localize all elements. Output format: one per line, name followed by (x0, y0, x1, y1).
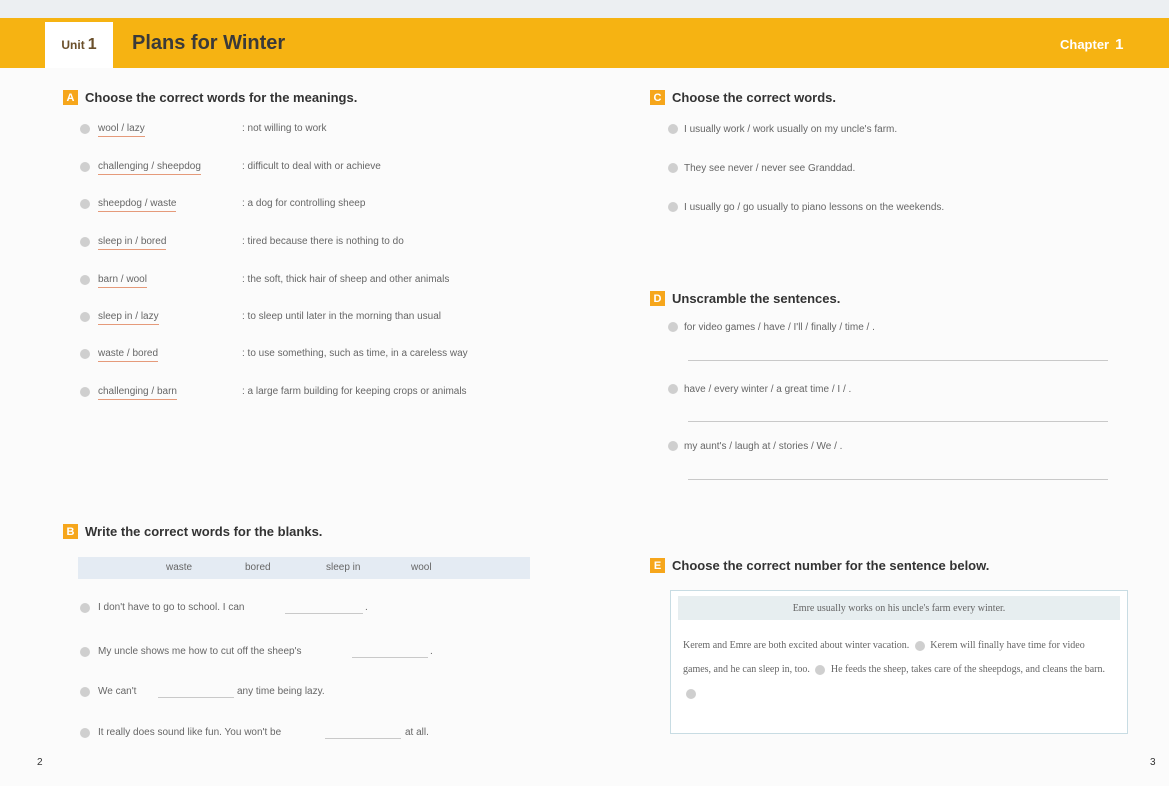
word-choice[interactable]: sleep in / lazy (98, 311, 159, 325)
unit-title: Plans for Winter (132, 32, 286, 54)
answer-blank[interactable] (325, 738, 401, 739)
word-choice[interactable]: wool / lazy (98, 123, 145, 137)
section-c-title: Choose the correct words. (672, 90, 836, 105)
number-icon (80, 687, 90, 697)
sentence-start: I don't have to go to school. I can (98, 602, 245, 613)
header-top-strip (0, 0, 1169, 18)
sentence-end: . (365, 602, 368, 613)
word-bank-item: sleep in (326, 562, 361, 573)
section-c-item: I usually work / work usually on my uncl… (668, 124, 897, 135)
answer-line[interactable] (688, 360, 1108, 361)
sentence-start: My uncle shows me how to cut off the she… (98, 646, 302, 657)
word-choice[interactable]: sheepdog / waste (98, 198, 177, 212)
number-icon (80, 162, 90, 172)
meaning-text: : to use something, such as time, in a c… (242, 348, 468, 359)
meaning-text: : a large farm building for keeping crop… (242, 386, 467, 397)
section-c-item: I usually go / go usually to piano lesso… (668, 202, 944, 213)
meaning-text: : tired because there is nothing to do (242, 236, 404, 247)
section-c-item: They see never / never see Granddad. (668, 163, 855, 174)
number-icon (80, 312, 90, 322)
section-d-item: have / every winter / a great time / I /… (668, 384, 851, 395)
answer-blank[interactable] (285, 613, 363, 614)
number-icon (80, 647, 90, 657)
insertion-point-icon[interactable] (815, 664, 826, 675)
number-icon (80, 237, 90, 247)
section-a-title: Choose the correct words for the meaning… (85, 90, 358, 105)
section-a-badge: A (63, 90, 78, 105)
insertion-point-icon[interactable] (914, 640, 925, 651)
meaning-text: : difficult to deal with or achieve (242, 161, 381, 172)
meaning-text: : a dog for controlling sheep (242, 198, 366, 209)
chapter-number: 1 (1115, 36, 1124, 53)
number-icon (80, 349, 90, 359)
sentence-start: We can't (98, 686, 137, 697)
unit-badge: Unit 1 (43, 20, 115, 68)
word-bank: waste bored sleep in wool (78, 557, 530, 579)
number-icon (80, 275, 90, 285)
target-sentence: Emre usually works on his uncle's farm e… (792, 603, 1006, 614)
number-icon (668, 441, 678, 452)
number-icon (80, 199, 90, 209)
word-choice[interactable]: sleep in / bored (98, 236, 167, 250)
section-b-title: Write the correct words for the blanks. (85, 524, 323, 539)
chapter-text: Chapter (1060, 37, 1110, 52)
word-bank-item: wool (411, 562, 432, 573)
section-c-badge: C (650, 90, 665, 105)
insertion-point-icon[interactable] (686, 688, 696, 699)
answer-line[interactable] (688, 479, 1108, 480)
passage-text: Kerem and Emre are both excited about wi… (683, 634, 1113, 706)
section-d-badge: D (650, 291, 665, 306)
meaning-text: : not willing to work (242, 123, 327, 134)
section-d-title: Unscramble the sentences. (672, 291, 841, 306)
section-b-badge: B (63, 524, 78, 539)
unit-number: 1 (87, 36, 97, 53)
number-icon (80, 603, 90, 613)
unit-label: Unit (61, 38, 85, 52)
page-number-right: 3 (1150, 757, 1156, 768)
word-choice[interactable]: waste / bored (98, 348, 159, 362)
number-icon (668, 163, 678, 174)
answer-line[interactable] (688, 421, 1108, 422)
word-bank-item: waste (166, 562, 193, 573)
sentence-start: It really does sound like fun. You won't… (98, 727, 282, 738)
number-icon (668, 124, 678, 135)
answer-blank[interactable] (352, 657, 428, 658)
number-icon (668, 202, 678, 213)
section-d-item: my aunt's / laugh at / stories / We / . (668, 441, 842, 452)
section-e-title: Choose the correct number for the senten… (672, 558, 990, 573)
number-icon (80, 387, 90, 397)
number-icon (668, 322, 678, 333)
word-choice[interactable]: usually go / go usually (690, 202, 788, 213)
word-choice[interactable]: see never / never see (709, 163, 805, 174)
answer-blank[interactable] (158, 697, 234, 698)
meaning-text: : the soft, thick hair of sheep and othe… (242, 274, 450, 285)
word-bank-item: bored (245, 562, 271, 573)
word-choice[interactable]: challenging / barn (98, 386, 177, 400)
page-number-left: 2 (37, 757, 43, 768)
section-e-badge: E (650, 558, 665, 573)
word-choice[interactable]: usually work / work usually (690, 124, 808, 135)
word-choice[interactable]: challenging / sheepdog (98, 161, 201, 175)
meaning-text: : to sleep until later in the morning th… (242, 311, 442, 322)
word-choice[interactable]: barn / wool (98, 274, 147, 288)
number-icon (80, 728, 90, 738)
sentence-end: at all. (405, 727, 429, 738)
number-icon (668, 384, 678, 395)
number-icon (80, 124, 90, 134)
sentence-end: . (430, 646, 433, 657)
section-d-item: for video games / have / I'll / finally … (668, 322, 875, 333)
chapter-label: Chapter 1 (1060, 36, 1123, 53)
sentence-end: any time being lazy. (237, 686, 325, 697)
